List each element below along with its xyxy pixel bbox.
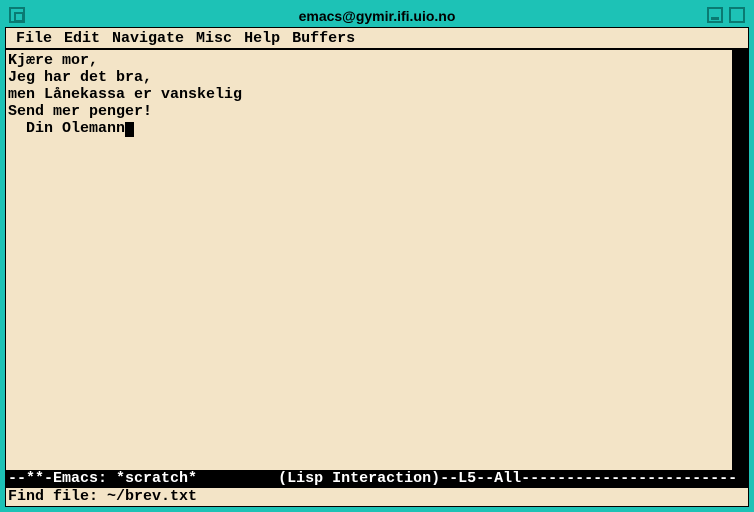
emacs-frame: File Edit Navigate Misc Help Buffers Kjæ…	[5, 27, 749, 507]
modeline-app: Emacs:	[53, 470, 116, 487]
buffer-line: Jeg har det bra,	[8, 69, 152, 86]
buffer-line: men Lånekassa er vanskelig	[8, 86, 242, 103]
buffer-line: Send mer penger!	[8, 103, 152, 120]
menu-bar[interactable]: File Edit Navigate Misc Help Buffers	[6, 28, 748, 50]
window-titlebar[interactable]: emacs@gymir.ifi.uio.no	[5, 5, 749, 27]
menu-buffers[interactable]: Buffers	[288, 30, 359, 47]
text-buffer[interactable]: Kjære mor, Jeg har det bra, men Lånekass…	[6, 50, 732, 470]
buffer-line: Kjære mor,	[8, 52, 98, 69]
x11-window: emacs@gymir.ifi.uio.no File Edit Navigat…	[0, 0, 754, 512]
window-menu-icon[interactable]	[9, 7, 25, 23]
menu-misc[interactable]: Misc	[192, 30, 236, 47]
vertical-scrollbar[interactable]	[732, 50, 748, 470]
modeline-buffer-name: *scratch*	[116, 470, 197, 487]
modeline-trail: ------------------------	[521, 470, 737, 487]
minibuffer-prompt: Find file:	[8, 488, 107, 505]
minibuffer-input[interactable]: ~/brev.txt	[107, 488, 197, 505]
menu-navigate[interactable]: Navigate	[108, 30, 188, 47]
menu-help[interactable]: Help	[240, 30, 284, 47]
maximize-icon[interactable]	[729, 7, 745, 23]
modeline-spacer	[197, 470, 278, 488]
modeline-modified: --**-	[8, 470, 53, 487]
text-cursor-icon	[125, 122, 134, 137]
editor-area: Kjære mor, Jeg har det bra, men Lånekass…	[6, 50, 748, 470]
modeline-mode: (Lisp Interaction)	[278, 470, 440, 487]
window-title: emacs@gymir.ifi.uio.no	[299, 8, 456, 24]
minimize-icon[interactable]	[707, 7, 723, 23]
modeline-position: --L5--All	[440, 470, 521, 487]
menu-edit[interactable]: Edit	[60, 30, 104, 47]
menu-file[interactable]: File	[12, 30, 56, 47]
scrollbar-thumb[interactable]	[733, 50, 748, 470]
minibuffer[interactable]: Find file: ~/brev.txt	[6, 488, 748, 506]
buffer-line: Din Olemann	[8, 120, 125, 137]
mode-line[interactable]: --**-Emacs: *scratch* (Lisp Interaction)…	[6, 470, 748, 488]
